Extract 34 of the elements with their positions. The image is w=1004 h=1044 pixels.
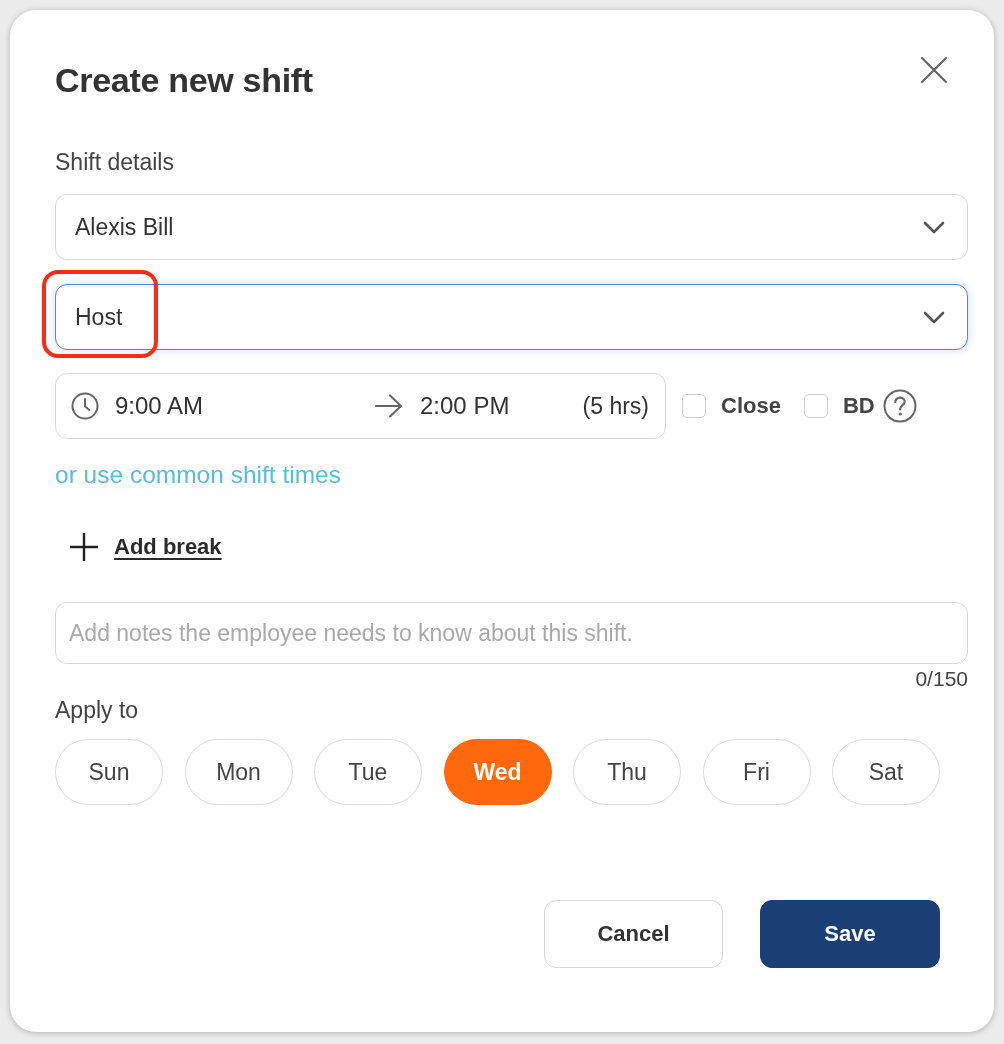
chevron-down-icon	[923, 220, 945, 234]
day-toggle[interactable]: Sun	[55, 739, 163, 805]
plus-icon	[69, 532, 99, 562]
add-break-button[interactable]: Add break	[69, 532, 222, 562]
arrow-right-icon	[375, 394, 403, 418]
checkbox[interactable]	[803, 394, 828, 418]
end-time: 2:00 PM	[420, 392, 511, 420]
checkbox-label: Close	[721, 393, 781, 419]
cancel-button[interactable]: Cancel	[544, 900, 723, 968]
day-toggle[interactable]: Tue	[314, 739, 422, 805]
day-toggle[interactable]: Sat	[832, 739, 940, 805]
apply-to-label: Apply to	[55, 697, 139, 723]
character-counter: 0/150	[915, 668, 968, 690]
notes-field[interactable]: Add notes the employee needs to know about this shift.	[55, 602, 968, 664]
dialog-title: Create new shift	[55, 60, 313, 100]
duration-text: (5 hrs)	[582, 392, 649, 420]
close-icon	[920, 56, 948, 84]
clock-icon	[71, 392, 99, 420]
chevron-down-icon	[923, 310, 945, 324]
select-value: Host	[75, 303, 123, 331]
select-field[interactable]: Host	[55, 284, 968, 350]
time-range-field[interactable]: 9:00 AM 2:00 PM (5 hrs)	[55, 373, 666, 439]
close-button[interactable]	[920, 56, 948, 84]
day-toggle[interactable]: Thu	[573, 739, 681, 805]
select-field[interactable]: Alexis Bill	[55, 194, 968, 260]
section-label: Shift details	[55, 148, 174, 176]
day-toggle[interactable]: Fri	[702, 739, 811, 805]
help-icon[interactable]	[882, 389, 917, 423]
start-time: 9:00 AM	[115, 392, 204, 420]
checkbox-label: BD	[842, 393, 875, 419]
select-value: Alexis Bill	[75, 213, 174, 241]
save-button[interactable]: Save	[760, 900, 940, 968]
checkbox[interactable]	[682, 394, 706, 418]
day-toggle[interactable]: Mon	[184, 739, 293, 805]
